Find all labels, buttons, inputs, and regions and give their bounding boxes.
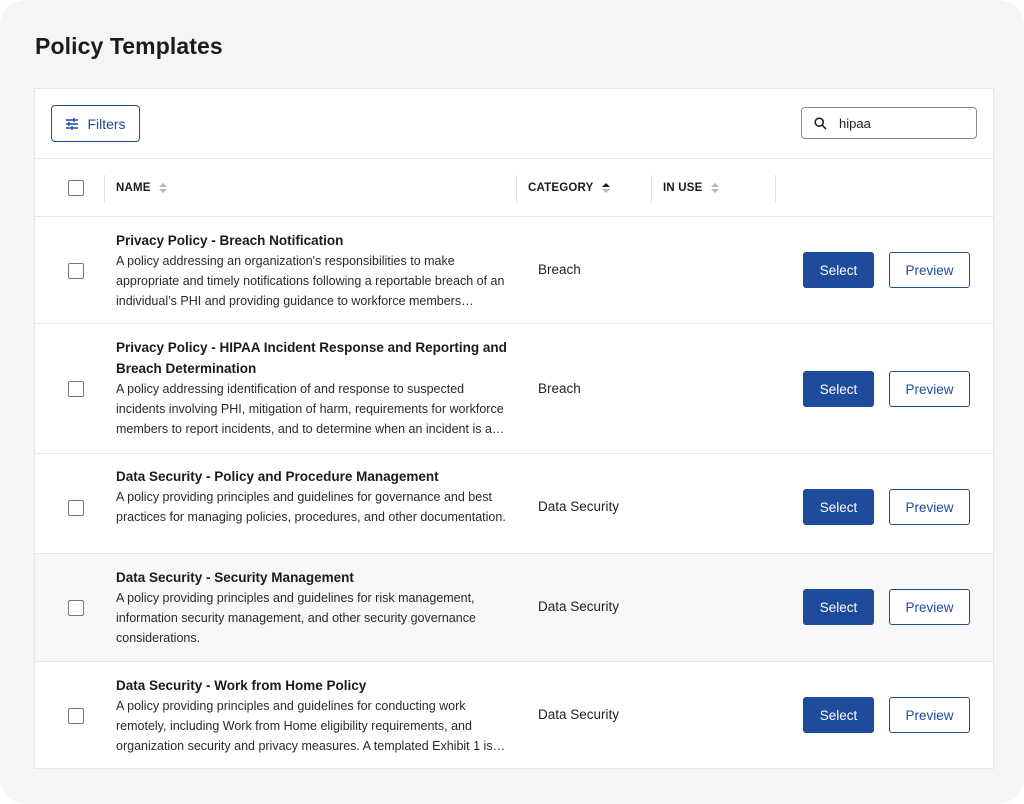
preview-button[interactable]: Preview	[889, 489, 970, 525]
app-frame: Policy Templates Filters hipaa NAME CATE…	[0, 0, 1024, 804]
column-header-category-label: CATEGORY	[528, 182, 594, 194]
sort-ascending-icon	[601, 183, 610, 193]
template-category: Data Security	[538, 499, 620, 514]
template-description: A policy addressing identification of an…	[116, 382, 504, 436]
template-category: Breach	[538, 262, 581, 277]
select-all-checkbox[interactable]	[68, 180, 84, 196]
template-category: Data Security	[538, 707, 620, 722]
row-name-block: Data Security - Work from Home Policy A …	[116, 675, 508, 756]
row-name-block: Data Security - Policy and Procedure Man…	[116, 466, 508, 527]
row-checkbox[interactable]	[68, 708, 84, 724]
sort-icon	[710, 183, 719, 193]
template-name[interactable]: Data Security - Security Management	[116, 567, 508, 588]
search-box[interactable]	[801, 107, 977, 139]
template-name[interactable]: Privacy Policy - Breach Notification	[116, 230, 508, 251]
filters-button[interactable]: Filters	[51, 105, 140, 142]
column-header-name[interactable]: NAME	[116, 159, 167, 217]
template-name[interactable]: Data Security - Policy and Procedure Man…	[116, 466, 508, 487]
template-name[interactable]: Data Security - Work from Home Policy	[116, 675, 508, 696]
templates-card: Filters NAME CATEGORY	[34, 88, 994, 769]
template-name[interactable]: Privacy Policy - HIPAA Incident Response…	[116, 337, 508, 379]
column-divider	[651, 175, 652, 203]
table-header: NAME CATEGORY IN USE	[35, 159, 993, 217]
template-description: A policy providing principles and guidel…	[116, 591, 476, 645]
select-button[interactable]: Select	[803, 489, 874, 525]
table-row: Data Security - Work from Home Policy A …	[35, 662, 993, 768]
select-button[interactable]: Select	[803, 371, 874, 407]
select-button[interactable]: Select	[803, 252, 874, 288]
column-divider	[775, 175, 776, 203]
toolbar: Filters	[35, 89, 993, 159]
search-icon	[814, 116, 827, 130]
row-name-block: Data Security - Security Management A po…	[116, 567, 508, 648]
row-checkbox[interactable]	[68, 381, 84, 397]
row-checkbox[interactable]	[68, 263, 84, 279]
column-header-in-use-label: IN USE	[663, 182, 703, 194]
preview-button[interactable]: Preview	[889, 371, 970, 407]
column-header-in-use[interactable]: IN USE	[663, 159, 719, 217]
page-title: Policy Templates	[35, 33, 223, 59]
select-button[interactable]: Select	[803, 697, 874, 733]
preview-button[interactable]: Preview	[889, 697, 970, 733]
row-name-block: Privacy Policy - HIPAA Incident Response…	[116, 337, 508, 439]
template-category: Data Security	[538, 599, 620, 614]
column-divider	[104, 175, 105, 203]
sliders-icon	[66, 117, 79, 130]
template-description: A policy addressing an organization's re…	[116, 254, 505, 308]
table-row: Data Security - Policy and Procedure Man…	[35, 454, 993, 554]
preview-button[interactable]: Preview	[889, 252, 970, 288]
column-header-name-label: NAME	[116, 182, 151, 194]
table-row: Data Security - Security Management A po…	[35, 554, 993, 662]
template-description: A policy providing principles and guidel…	[116, 490, 506, 524]
template-description: A policy providing principles and guidel…	[116, 699, 493, 753]
sort-icon	[158, 183, 167, 193]
table-row: Privacy Policy - Breach Notification A p…	[35, 217, 993, 324]
filters-label: Filters	[87, 115, 126, 132]
template-category: Breach	[538, 381, 581, 396]
table-row: Privacy Policy - HIPAA Incident Response…	[35, 324, 993, 454]
row-checkbox[interactable]	[68, 500, 84, 516]
column-divider	[516, 175, 517, 203]
row-name-block: Privacy Policy - Breach Notification A p…	[116, 230, 508, 311]
search-input[interactable]	[839, 115, 959, 131]
column-header-category[interactable]: CATEGORY	[528, 159, 610, 217]
select-button[interactable]: Select	[803, 589, 874, 625]
row-checkbox[interactable]	[68, 600, 84, 616]
preview-button[interactable]: Preview	[889, 589, 970, 625]
